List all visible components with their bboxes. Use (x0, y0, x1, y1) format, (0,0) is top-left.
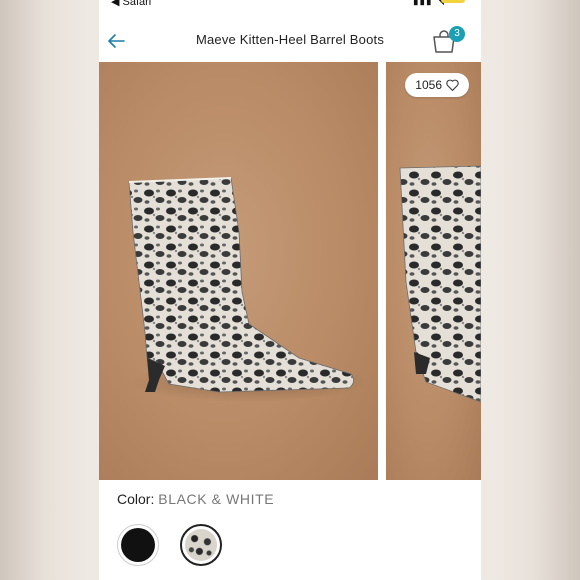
page-title: Maeve Kitten-Heel Barrel Boots (195, 32, 385, 47)
bag-count-badge: 3 (449, 26, 465, 42)
signal-icon: ▮▮▮ ◥ (413, 0, 445, 7)
product-image-main[interactable] (99, 62, 378, 480)
back-to-safari-link[interactable]: ◀ Safari (111, 0, 151, 8)
nav-header: Maeve Kitten-Heel Barrel Boots 3 (99, 22, 481, 60)
product-image-gallery[interactable]: 1056 (99, 62, 481, 480)
back-button[interactable] (105, 30, 127, 52)
swatch-fill-snake-print (185, 529, 217, 561)
shopping-bag-button[interactable]: 3 (431, 26, 465, 56)
color-label: Color: (117, 491, 155, 507)
back-arrow-icon (108, 34, 125, 48)
battery-icon (441, 0, 465, 3)
snakeskin-boot-image (128, 177, 354, 393)
status-bar: ◀ Safari ▮▮▮ ◥ (99, 0, 481, 10)
favorite-count: 1056 (415, 78, 442, 92)
swatch-fill-black (121, 528, 155, 562)
color-swatch-black-white-selected[interactable] (180, 524, 222, 566)
phone-screen: ◀ Safari ▮▮▮ ◥ Maeve Kitten-Heel Barrel … (99, 0, 481, 580)
heart-icon (446, 79, 459, 91)
color-swatch-black[interactable] (117, 524, 159, 566)
favorite-button[interactable]: 1056 (405, 73, 469, 97)
product-image-next[interactable]: 1056 (386, 62, 481, 480)
selected-color-value: BLACK & WHITE (158, 491, 275, 507)
color-selection-label: Color: BLACK & WHITE (117, 491, 274, 507)
snakeskin-boot-image-partial (399, 165, 481, 403)
